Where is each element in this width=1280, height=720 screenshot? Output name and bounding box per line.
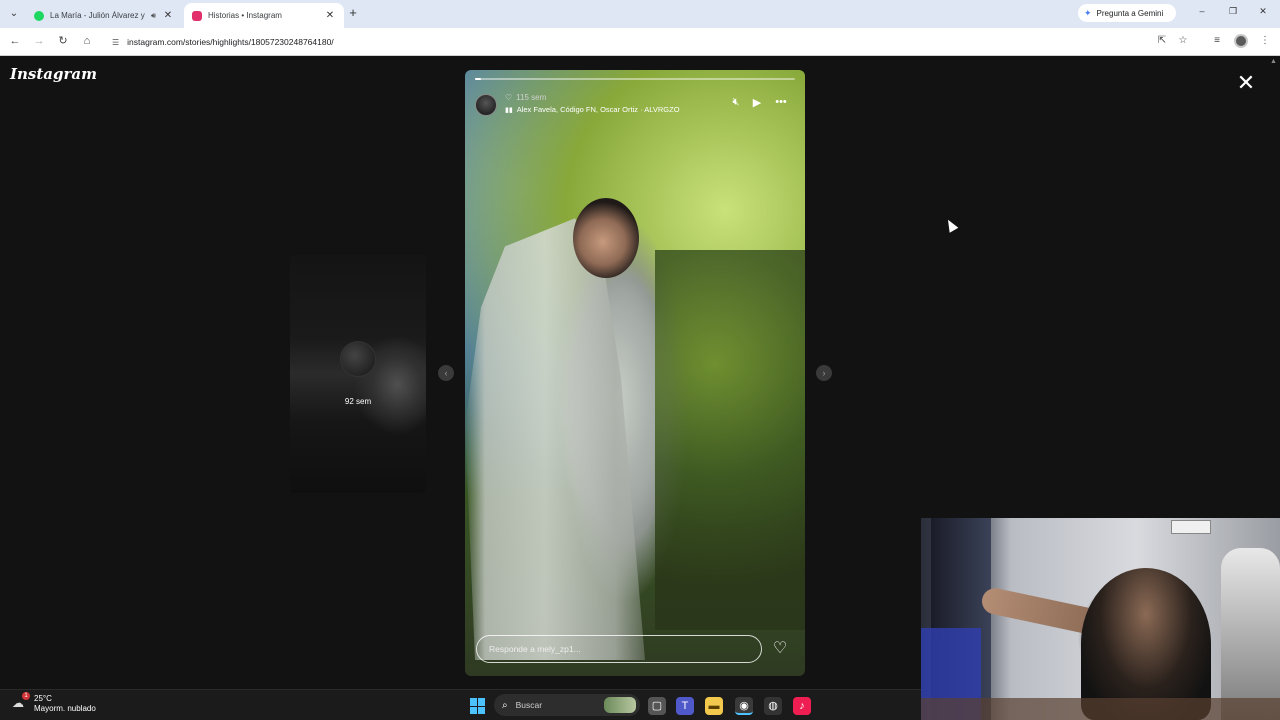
more-icon[interactable]: ••• — [773, 96, 789, 108]
taskbar-search[interactable]: ⌕ Buscar — [494, 694, 640, 716]
star-icon[interactable]: ☆ — [1176, 35, 1190, 46]
mute-icon[interactable]: 🔇︎ — [728, 96, 744, 109]
tab-instagram-stories[interactable]: Historias • Instagram ✕ — [184, 3, 344, 28]
site-info-icon[interactable]: ☰ — [112, 38, 119, 47]
minimize-icon[interactable]: – — [1196, 6, 1208, 16]
home-icon[interactable]: ⌂ — [80, 34, 94, 48]
media-icon[interactable]: ≡ — [1210, 35, 1224, 46]
reload-icon[interactable]: ↻ — [56, 34, 70, 48]
address-bar: ← → ↻ ⌂ ☰ instagram.com/stories/highligh… — [0, 28, 1280, 56]
chrome-icon[interactable]: ◉ — [735, 697, 753, 715]
story-header: ♡ 115 sem ▮▮ Alex Favela, Código FN, Osc… — [475, 92, 795, 122]
menu-icon[interactable]: ⋮ — [1258, 35, 1272, 46]
back-icon[interactable]: ← — [8, 34, 22, 48]
play-icon[interactable]: ▶ — [749, 96, 765, 109]
weather-widget[interactable]: ☁ 1 25°C Mayorm. nublado — [12, 692, 96, 714]
url-text: instagram.com/stories/highlights/1805723… — [127, 37, 334, 47]
avatar[interactable] — [475, 94, 497, 116]
chevron-left-icon[interactable]: ‹ — [438, 365, 454, 381]
browser-tab-bar: ⌄ La María - Julión Álvarez y 🔊︎ ✕ Histo… — [0, 0, 1280, 28]
app-icon[interactable]: ◍ — [764, 697, 782, 715]
file-explorer-icon[interactable]: ▬ — [705, 697, 723, 715]
instagram-logo[interactable]: Instagram — [10, 65, 97, 83]
gemini-button[interactable]: ✦ Pregunta a Gemini — [1078, 4, 1176, 22]
task-view-icon[interactable]: ▢ — [648, 697, 666, 715]
restore-icon[interactable]: ❐ — [1227, 6, 1239, 17]
close-tab-icon[interactable]: ✕ — [162, 10, 174, 21]
story-music[interactable]: ▮▮ Alex Favela, Código FN, Oscar Ortiz ·… — [505, 105, 680, 114]
mouse-cursor — [943, 217, 959, 233]
tab-music[interactable]: La María - Julión Álvarez y 🔊︎ ✕ — [26, 3, 182, 28]
close-icon[interactable]: ✕ — [1236, 72, 1256, 94]
music-label: Alex Favela, Código FN, Oscar Ortiz · AL… — [516, 105, 680, 114]
story-photo-subject — [465, 218, 645, 660]
profile-avatar[interactable] — [1234, 34, 1248, 48]
windows-icon[interactable] — [470, 698, 486, 714]
story-progress-bar — [475, 78, 795, 80]
speaker-icon[interactable]: 🔊︎ — [151, 11, 156, 21]
heart-icon[interactable]: ♡ — [771, 640, 789, 658]
search-placeholder: Buscar — [515, 700, 543, 710]
webcam-overlay — [921, 518, 1280, 720]
story-time: 115 sem — [516, 93, 547, 102]
weather-text: Mayorm. nublado — [34, 704, 96, 713]
side-story-avatar — [340, 341, 376, 377]
url-field[interactable]: ☰ instagram.com/stories/highlights/18057… — [104, 32, 1144, 52]
side-story-time: 92 sem — [344, 397, 372, 406]
search-highlight-image — [604, 697, 636, 713]
highlight-heart-icon: ♡ — [505, 93, 513, 102]
webcam-chair — [1221, 548, 1280, 720]
webcam-floor — [921, 698, 1280, 720]
install-icon[interactable]: ⇱ — [1155, 35, 1169, 46]
notification-badge: 1 — [22, 692, 30, 700]
gemini-label: Pregunta a Gemini — [1096, 8, 1164, 18]
story-progress-fill — [475, 78, 482, 80]
taskbar: ☁ 1 25°C Mayorm. nublado ⌕ Buscar ▢ T ▬ … — [0, 689, 921, 720]
instagram-icon — [192, 10, 202, 21]
tab-title: Historias • Instagram — [208, 11, 282, 20]
chevron-right-icon[interactable]: › — [816, 365, 832, 381]
temperature: 25°C — [34, 694, 52, 703]
spotify-icon — [34, 10, 44, 21]
search-icon: ⌕ — [502, 699, 508, 711]
previous-story-preview[interactable]: 92 sem — [290, 255, 426, 493]
reply-input[interactable] — [476, 635, 762, 663]
scrollbar-up-icon[interactable]: ▲ — [1270, 58, 1277, 65]
music-bars-icon: ▮▮ — [505, 106, 513, 114]
webcam-wall-frame — [1171, 520, 1211, 534]
new-tab-button[interactable]: + — [346, 6, 360, 20]
forward-icon[interactable]: → — [32, 34, 46, 48]
teams-icon[interactable]: T — [676, 697, 694, 715]
close-window-icon[interactable]: ✕ — [1257, 6, 1269, 17]
story-photo-face — [573, 198, 639, 278]
story-foliage — [655, 250, 805, 630]
story-meta: ♡ 115 sem — [505, 93, 546, 102]
tab-title: La María - Julión Álvarez y — [50, 11, 145, 20]
tab-list-icon[interactable]: ⌄ — [6, 6, 22, 22]
tiktok-icon[interactable]: ♪ — [793, 697, 811, 715]
story-viewer[interactable]: ♡ 115 sem ▮▮ Alex Favela, Código FN, Osc… — [465, 70, 805, 676]
gemini-spark-icon: ✦ — [1084, 7, 1092, 18]
close-tab-icon[interactable]: ✕ — [324, 10, 336, 21]
